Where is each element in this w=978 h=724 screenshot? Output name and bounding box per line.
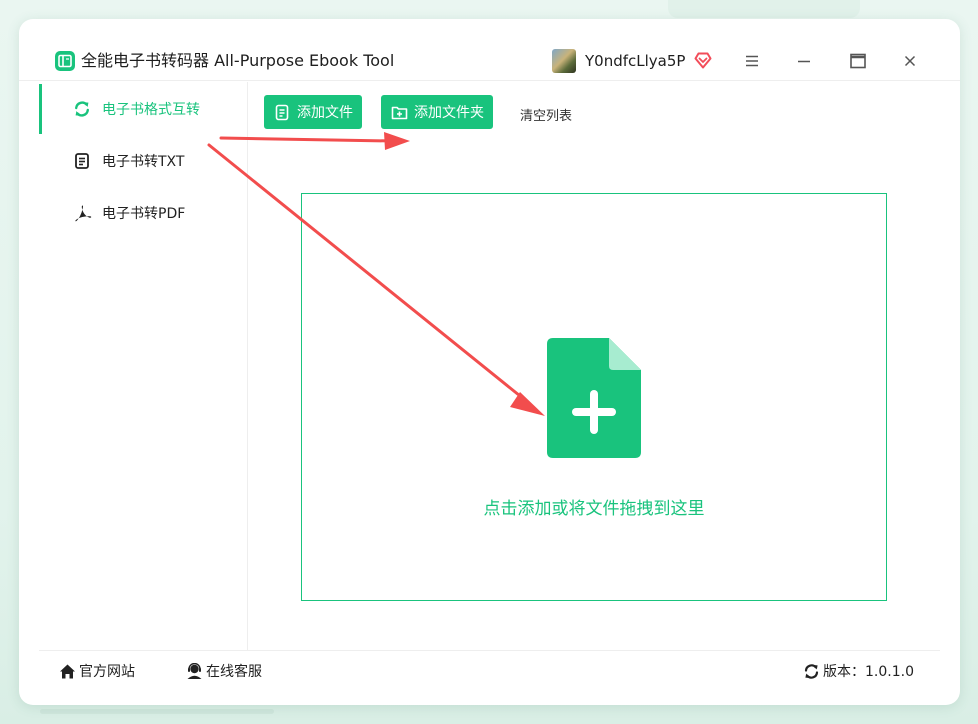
background-bar — [40, 709, 274, 714]
sidebar-item-to-pdf[interactable]: 电子书转PDF — [39, 188, 247, 238]
vip-diamond-icon[interactable] — [693, 50, 713, 74]
sidebar-item-label: 电子书格式互转 — [102, 102, 200, 118]
document-icon — [73, 152, 91, 170]
sidebar: 电子书格式互转 电子书转TXT 电子书转PDF — [39, 82, 248, 650]
add-folder-label: 添加文件夹 — [414, 105, 484, 121]
add-file-button[interactable]: 添加文件 — [264, 95, 362, 129]
add-file-label: 添加文件 — [297, 105, 353, 121]
sidebar-item-label: 电子书转PDF — [102, 206, 186, 222]
update-icon — [803, 663, 820, 680]
official-website-link[interactable]: 官方网站 — [59, 661, 135, 681]
home-icon — [59, 663, 76, 680]
app-window: 全能电子书转码器 All-Purpose Ebook Tool Y0ndfcLl… — [19, 19, 960, 705]
sidebar-item-label: 电子书转TXT — [102, 154, 185, 170]
online-support-label: 在线客服 — [206, 664, 262, 680]
official-website-label: 官方网站 — [79, 664, 135, 680]
add-file-icon — [274, 104, 291, 121]
add-document-icon — [547, 338, 641, 462]
clear-list-button[interactable]: 清空列表 — [520, 105, 572, 124]
menu-icon[interactable] — [742, 51, 762, 71]
app-logo-icon — [55, 51, 75, 71]
sidebar-item-format-convert[interactable]: 电子书格式互转 — [39, 84, 247, 134]
user-avatar[interactable] — [552, 49, 576, 73]
minimize-icon[interactable] — [794, 51, 814, 71]
maximize-icon[interactable] — [848, 51, 868, 71]
title-bar: 全能电子书转码器 All-Purpose Ebook Tool Y0ndfcLl… — [19, 19, 960, 81]
close-icon[interactable] — [900, 51, 920, 71]
version-info[interactable]: 版本：1.0.1.0 — [803, 661, 914, 681]
background-tab — [668, 0, 860, 18]
file-drop-zone[interactable]: 点击添加或将文件拖拽到这里 — [301, 193, 887, 601]
refresh-icon — [73, 100, 91, 118]
footer: 官方网站 在线客服 版本：1.0.1.0 — [39, 650, 940, 688]
customer-service-icon — [186, 662, 203, 680]
sidebar-item-to-txt[interactable]: 电子书转TXT — [39, 136, 247, 186]
app-title: 全能电子书转码器 All-Purpose Ebook Tool — [81, 51, 395, 70]
user-name[interactable]: Y0ndfcLlya5P — [585, 51, 685, 71]
drop-zone-hint: 点击添加或将文件拖拽到这里 — [483, 499, 705, 519]
add-folder-button[interactable]: 添加文件夹 — [381, 95, 493, 129]
pdf-icon — [73, 204, 92, 222]
add-folder-icon — [391, 104, 408, 121]
online-support-link[interactable]: 在线客服 — [186, 661, 262, 681]
version-label: 版本：1.0.1.0 — [823, 664, 914, 680]
